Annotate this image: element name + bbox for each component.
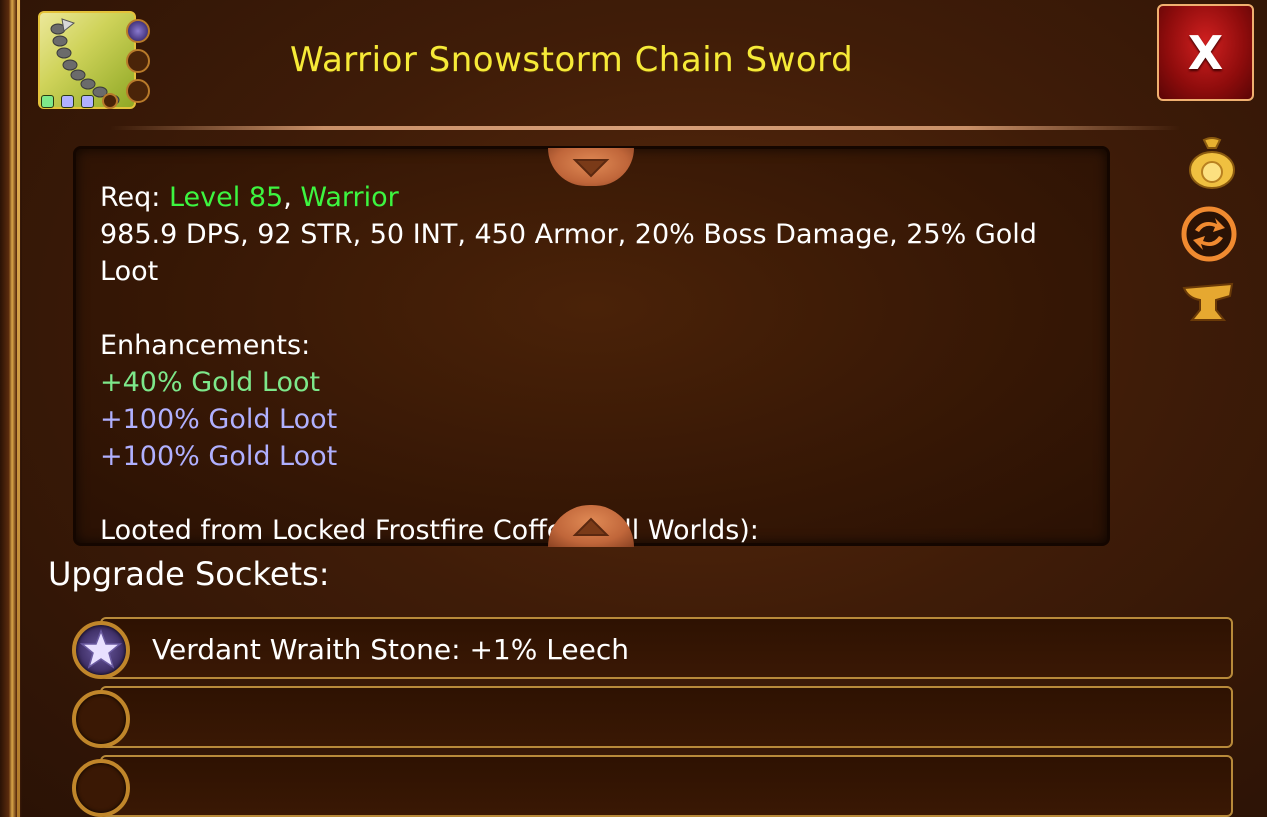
socket-row-3[interactable] — [100, 755, 1233, 817]
socket-1-gem[interactable] — [72, 621, 130, 679]
icon-socket-small — [102, 93, 118, 109]
close-button[interactable]: X — [1157, 4, 1254, 101]
gold-bag-icon[interactable] — [1184, 134, 1240, 190]
item-title: Warrior Snowstorm Chain Sword — [290, 40, 854, 80]
req-level: Level 85 — [168, 182, 284, 213]
stats-line-1: 985.9 DPS, 92 STR, 50 INT, 450 Armor, 20… — [100, 219, 1037, 250]
swap-icon[interactable] — [1181, 206, 1237, 262]
chevron-down-icon — [572, 159, 610, 178]
icon-socket-2 — [126, 49, 150, 73]
header-divider — [110, 126, 1180, 130]
description-text: Req: Level 85, Warrior 985.9 DPS, 92 STR… — [100, 179, 1090, 543]
req-label: Req: — [100, 182, 169, 213]
enhancement-3: +100% Gold Loot — [100, 441, 338, 472]
chain-sword-icon — [38, 11, 150, 109]
req-class: Warrior — [300, 182, 399, 213]
chevron-up-icon — [572, 517, 610, 536]
enhancement-2: +100% Gold Loot — [100, 404, 338, 435]
left-frame-border — [0, 0, 22, 817]
stats-line-2: Loot — [100, 256, 159, 287]
upgrade-sockets-label: Upgrade Sockets: — [48, 555, 330, 593]
enhancements-label: Enhancements: — [100, 330, 311, 361]
socket-row-1[interactable]: Verdant Wraith Stone: +1% Leech — [100, 617, 1233, 679]
gem-dot-2 — [61, 95, 74, 108]
star-gem-icon — [79, 628, 123, 669]
socket-row-2[interactable] — [100, 686, 1233, 748]
req-separator: , — [283, 182, 301, 213]
icon-socket-3 — [126, 79, 150, 103]
socket-1-text: Verdant Wraith Stone: +1% Leech — [152, 633, 629, 666]
gem-dot-1 — [41, 95, 54, 108]
gem-dot-3 — [81, 95, 94, 108]
icon-socket-1 — [126, 19, 150, 43]
socket-3-empty[interactable] — [72, 759, 130, 817]
enhancement-1: +40% Gold Loot — [100, 367, 321, 398]
description-panel[interactable]: Req: Level 85, Warrior 985.9 DPS, 92 STR… — [73, 146, 1110, 546]
socket-2-empty[interactable] — [72, 690, 130, 748]
anvil-icon[interactable] — [1180, 276, 1236, 332]
